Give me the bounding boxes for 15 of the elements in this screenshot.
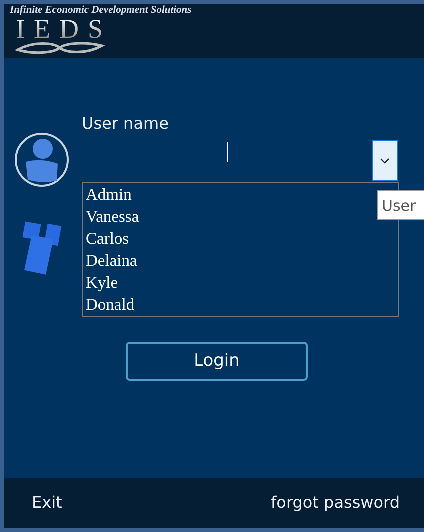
login-button[interactable]: Login [126,342,308,381]
chevron-down-icon [380,158,390,164]
field-label: User name [82,113,169,135]
dropdown-option[interactable]: Kyle [86,272,395,294]
dropdown-option[interactable]: Carlos [86,228,395,250]
dropdown-button[interactable] [372,140,398,181]
forgot-password-link[interactable]: forgot password [271,491,400,515]
tagline: Infinite Economic Development Solutions [9,4,193,17]
dropdown-option[interactable]: Donald [86,294,395,316]
tooltip: User [377,190,424,220]
dropdown-option[interactable]: Delaina [86,250,395,272]
user-avatar-icon [14,132,70,188]
infinity-swoosh-icon [14,41,106,55]
tiles-icon [20,221,64,275]
exit-link[interactable]: Exit [32,491,62,515]
